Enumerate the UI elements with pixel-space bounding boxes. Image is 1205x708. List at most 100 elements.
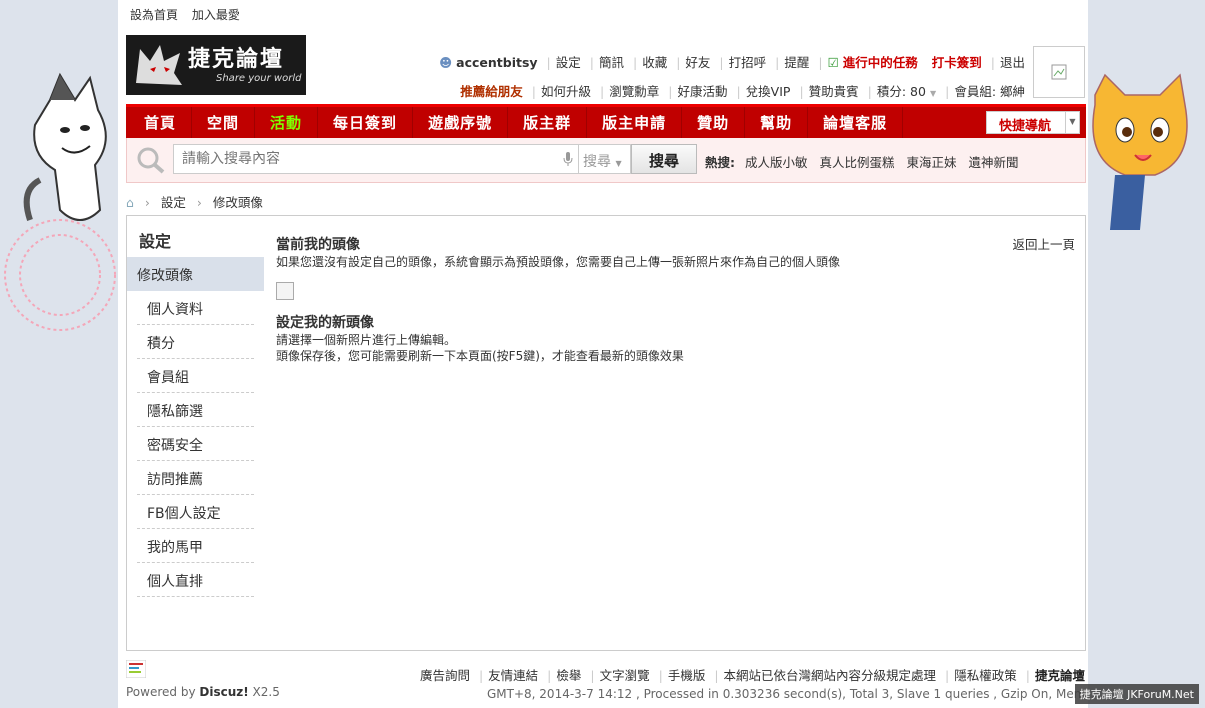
quick-nav-button[interactable]: 快捷導航 ▼ [986, 111, 1080, 134]
footer-ads-link[interactable]: 廣告詢問 [420, 668, 470, 683]
nav-events[interactable]: 活動 [255, 107, 319, 138]
new-avatar-desc1: 請選擇一個新照片進行上傳編輯。 [276, 333, 457, 347]
back-link[interactable]: 返回上一頁 [1012, 234, 1075, 253]
powered-text: Powered by [126, 685, 200, 699]
site-logo[interactable]: 捷克論壇 Share your world [126, 35, 306, 95]
sidebar-item-profile[interactable]: 個人資料 [137, 291, 254, 325]
wolf-logo-icon [136, 45, 182, 85]
tasks-link[interactable]: 進行中的任務 [843, 55, 918, 70]
sponsor-link[interactable]: 贊助貴賓 [809, 84, 859, 99]
greet-link[interactable]: 打招呼 [729, 55, 767, 70]
medals-link[interactable]: 瀏覽勳章 [609, 84, 659, 99]
nav-support[interactable]: 論壇客服 [808, 107, 904, 138]
top-links: 設為首頁 加入最愛 [130, 6, 250, 23]
logout-link[interactable]: 退出 [1000, 55, 1025, 70]
main-nav: 首頁 空間 活動 每日簽到 遊戲序號 版主群 版主申請 贊助 幫助 論壇客服 快… [126, 104, 1086, 138]
points-dropdown[interactable]: 積分: 80 [877, 84, 926, 99]
chevron-down-icon: ▼ [615, 159, 622, 168]
upgrade-link[interactable]: 如何升級 [541, 84, 591, 99]
footer-stats: GMT+8, 2014-3-7 14:12 , Processed in 0.3… [487, 687, 1087, 701]
settings-link[interactable]: 設定 [556, 55, 581, 70]
vip-link[interactable]: 兌換VIP [746, 84, 791, 99]
logo-title: 捷克論壇 [188, 46, 285, 72]
footer-rating-link[interactable]: 本網站已依台灣網站內容分級規定處理 [724, 668, 937, 683]
footer-friends-link[interactable]: 友情連結 [488, 668, 538, 683]
sidebar-title: 設定 [139, 232, 172, 251]
nav-home[interactable]: 首頁 [129, 107, 193, 138]
friends-link[interactable]: 好友 [685, 55, 710, 70]
recommend-link[interactable]: 推薦給朋友 [460, 84, 523, 99]
sidebar-item-alt-accounts[interactable]: 我的馬甲 [137, 529, 254, 563]
avatar[interactable] [1033, 46, 1085, 98]
task-icon: ☑ [827, 55, 839, 70]
search-input[interactable] [173, 144, 579, 174]
home-icon[interactable]: ⌂ [126, 195, 134, 210]
sidebar-item-usergroup[interactable]: 會員組 [137, 359, 254, 393]
chevron-down-icon: ▼ [1065, 112, 1079, 133]
sidebar-item-points[interactable]: 積分 [137, 325, 254, 359]
logo-tagline: Share your world [216, 73, 302, 84]
microphone-icon[interactable] [563, 152, 573, 166]
current-avatar-title: 當前我的頭像 [276, 237, 360, 253]
nav-space[interactable]: 空間 [192, 107, 256, 138]
discuz-logo-icon [125, 659, 147, 679]
footer-site-link[interactable]: 捷克論壇 [1035, 668, 1085, 683]
hot-search-link[interactable]: 真人比例蛋糕 [819, 155, 894, 170]
broken-image-icon [1051, 64, 1067, 80]
search-button[interactable]: 搜尋 [631, 144, 697, 174]
hot-search-link[interactable]: 成人版小敏 [745, 155, 808, 170]
footer-links: 廣告詢問 | 友情連結 | 檢舉 | 文字瀏覽 | 手機版 | 本網站已依台灣網站內容分級… [419, 668, 1085, 683]
add-favorite-link[interactable]: 加入最愛 [192, 8, 240, 22]
main-panel: 設定 修改頭像 個人資料 積分 會員組 隱私篩選 密碼安全 訪問推薦 FB個人設… [126, 215, 1086, 651]
breadcrumb-current: 修改頭像 [212, 195, 263, 210]
user-bar-secondary: 推薦給朋友 | 如何升級 | 瀏覽勳章 | 好康活動 | 兌換VIP | 贊助貴賓 | 積分… [460, 84, 1025, 99]
footer-text-link[interactable]: 文字瀏覽 [600, 668, 650, 683]
new-avatar-desc2: 頭像保存後，您可能需要刷新一下本頁面(按F5鍵)，才能查看最新的頭像效果 [276, 349, 684, 363]
nav-help[interactable]: 幫助 [745, 107, 809, 138]
favorites-link[interactable]: 收藏 [642, 55, 667, 70]
current-avatar-desc: 如果您還沒有設定自己的頭像，系統會顯示為預設頭像，您需要自己上傳一張新照片來作為… [276, 255, 841, 269]
hot-searches: 熱搜: 成人版小敏 真人比例蛋糕 東海正妹 遺神新聞 [705, 152, 1027, 171]
powered-by: Powered by Discuz! X2.5 [126, 685, 280, 699]
version-text: X2.5 [248, 685, 280, 699]
sidebar-item-privacy[interactable]: 隱私篩選 [137, 393, 254, 427]
search-icon [137, 147, 165, 174]
checkin-link[interactable]: 打卡簽到 [932, 55, 982, 70]
hot-search-link[interactable]: 遺神新聞 [968, 155, 1018, 170]
search-type-select[interactable]: 搜尋 ▼ [579, 144, 631, 174]
nav-moderator-apply[interactable]: 版主申請 [587, 107, 683, 138]
footer-left: Powered by Discuz! X2.5 [125, 659, 280, 699]
user-bar: ☻ accentbitsy | 設定 | 簡訊 | 收藏 | 好友 | 打招呼 | 提醒 |… [439, 55, 1025, 70]
settings-sidebar: 設定 修改頭像 個人資料 積分 會員組 隱私篩選 密碼安全 訪問推薦 FB個人設… [127, 216, 264, 597]
left-mascot-image [23, 72, 107, 221]
sidebar-item-avatar[interactable]: 修改頭像 [127, 257, 264, 291]
chevron-down-icon: ▼ [929, 89, 937, 98]
sidebar-item-referral[interactable]: 訪問推薦 [137, 461, 254, 495]
user-icon: ☻ [439, 55, 453, 70]
discuz-link[interactable]: Discuz! [199, 685, 248, 699]
nav-sponsor[interactable]: 贊助 [682, 107, 746, 138]
left-circle-decoration [4, 219, 116, 331]
hot-search-link[interactable]: 東海正妹 [906, 155, 956, 170]
footer-mobile-link[interactable]: 手機版 [668, 668, 706, 683]
nav-game-codes[interactable]: 遊戲序號 [413, 107, 509, 138]
right-mascot-image [1092, 73, 1188, 230]
search-bar: 搜尋 ▼ 搜尋 熱搜: 成人版小敏 真人比例蛋糕 東海正妹 遺神新聞 [126, 138, 1086, 183]
sidebar-item-vertical[interactable]: 個人直排 [137, 563, 254, 597]
set-homepage-link[interactable]: 設為首頁 [130, 8, 178, 22]
nav-moderators[interactable]: 版主群 [508, 107, 588, 138]
sidebar-item-facebook[interactable]: FB個人設定 [137, 495, 254, 529]
footer-report-link[interactable]: 檢舉 [556, 668, 581, 683]
avatar-content: 當前我的頭像 返回上一頁 如果您還沒有設定自己的頭像，系統會顯示為預設頭像，您需… [276, 234, 1075, 364]
quick-nav-label: 快捷導航 [999, 119, 1052, 134]
notifications-link[interactable]: 提醒 [784, 55, 809, 70]
nav-daily-checkin[interactable]: 每日簽到 [318, 107, 414, 138]
footer-privacy-link[interactable]: 隱私權政策 [954, 668, 1017, 683]
current-avatar-image [276, 282, 294, 300]
sidebar-item-password[interactable]: 密碼安全 [137, 427, 254, 461]
watermark: 捷克論壇 JKForuM.Net [1074, 684, 1199, 704]
messages-link[interactable]: 簡訊 [599, 55, 624, 70]
events-link[interactable]: 好康活動 [677, 84, 727, 99]
breadcrumb-settings[interactable]: 設定 [161, 195, 186, 210]
username-link[interactable]: accentbitsy [456, 55, 537, 70]
